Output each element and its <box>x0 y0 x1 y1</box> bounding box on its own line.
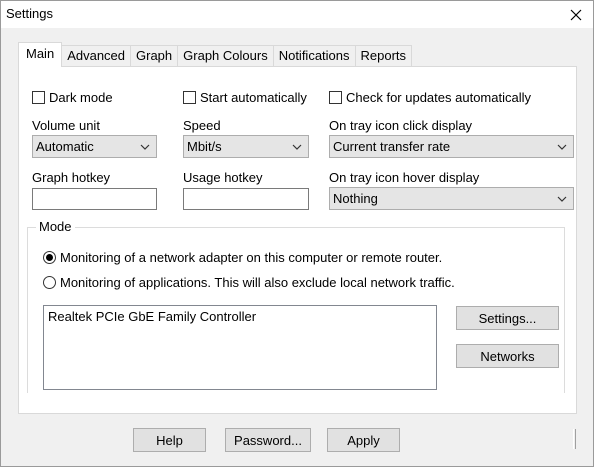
tab-graph[interactable]: Graph <box>130 45 179 67</box>
adapter-settings-button[interactable]: Settings... <box>456 306 559 330</box>
networks-button[interactable]: Networks <box>456 344 559 368</box>
speed-value: Mbit/s <box>187 139 222 154</box>
chevron-down-icon <box>557 142 567 152</box>
usage-hotkey-field[interactable] <box>183 188 309 210</box>
mode-group-label: Mode <box>36 219 75 234</box>
tab-main[interactable]: Main <box>18 42 63 67</box>
check-updates-checkbox-box[interactable] <box>329 91 342 104</box>
check-updates-checkbox[interactable]: Check for updates automatically <box>329 90 531 105</box>
list-item[interactable]: Realtek PCIe GbE Family Controller <box>44 306 436 327</box>
speed-select[interactable]: Mbit/s <box>183 135 309 158</box>
mode-apps-radio-button[interactable] <box>43 276 56 289</box>
volume-unit-select[interactable]: Automatic <box>32 135 157 158</box>
start-automatically-checkbox-box[interactable] <box>183 91 196 104</box>
volume-unit-value: Automatic <box>36 139 94 154</box>
volume-unit-label: Volume unit <box>32 118 100 133</box>
tab-notifications[interactable]: Notifications <box>272 45 356 67</box>
start-automatically-checkbox[interactable]: Start automatically <box>183 90 307 105</box>
dark-mode-checkbox[interactable]: Dark mode <box>32 90 113 105</box>
graph-hotkey-label: Graph hotkey <box>32 170 111 185</box>
window-title: Settings <box>6 6 53 21</box>
close-icon <box>570 9 582 20</box>
password-button[interactable]: Password... <box>225 428 311 452</box>
mode-adapter-radio[interactable]: Monitoring of a network adapter on this … <box>43 250 442 265</box>
chevron-down-icon <box>557 194 567 204</box>
tab-reports[interactable]: Reports <box>354 45 413 67</box>
mode-apps-radio[interactable]: Monitoring of applications. This will al… <box>43 275 455 290</box>
tray-hover-label: On tray icon hover display <box>329 170 480 185</box>
tab-graph-colours[interactable]: Graph Colours <box>177 45 274 67</box>
tray-click-value: Current transfer rate <box>333 139 451 154</box>
apply-button[interactable]: Apply <box>327 428 400 452</box>
tray-click-select[interactable]: Current transfer rate <box>329 135 574 158</box>
tray-click-label: On tray icon click display <box>329 118 473 133</box>
tray-hover-value: Nothing <box>333 191 378 206</box>
title-bar: Settings <box>1 1 593 28</box>
dark-mode-checkbox-box[interactable] <box>32 91 45 104</box>
settings-window: Settings Main Advanced Graph Graph Colou… <box>0 0 594 467</box>
resize-grip[interactable] <box>573 429 576 449</box>
mode-adapter-radio-button[interactable] <box>43 251 56 264</box>
dark-mode-label: Dark mode <box>49 90 113 105</box>
check-updates-label: Check for updates automatically <box>346 90 531 105</box>
chevron-down-icon <box>140 142 150 152</box>
graph-hotkey-field[interactable] <box>32 188 157 210</box>
adapter-list[interactable]: Realtek PCIe GbE Family Controller <box>43 305 437 390</box>
chevron-down-icon <box>292 142 302 152</box>
tab-strip: Main Advanced Graph Graph Colours Notifi… <box>18 42 413 67</box>
start-automatically-label: Start automatically <box>200 90 307 105</box>
tray-hover-select[interactable]: Nothing <box>329 187 574 210</box>
mode-adapter-label: Monitoring of a network adapter on this … <box>60 250 443 265</box>
tab-advanced[interactable]: Advanced <box>61 45 132 67</box>
mode-apps-label: Monitoring of applications. This will al… <box>60 275 455 290</box>
close-button[interactable] <box>559 1 593 28</box>
speed-label: Speed <box>183 118 221 133</box>
help-button[interactable]: Help <box>133 428 206 452</box>
usage-hotkey-label: Usage hotkey <box>183 170 263 185</box>
